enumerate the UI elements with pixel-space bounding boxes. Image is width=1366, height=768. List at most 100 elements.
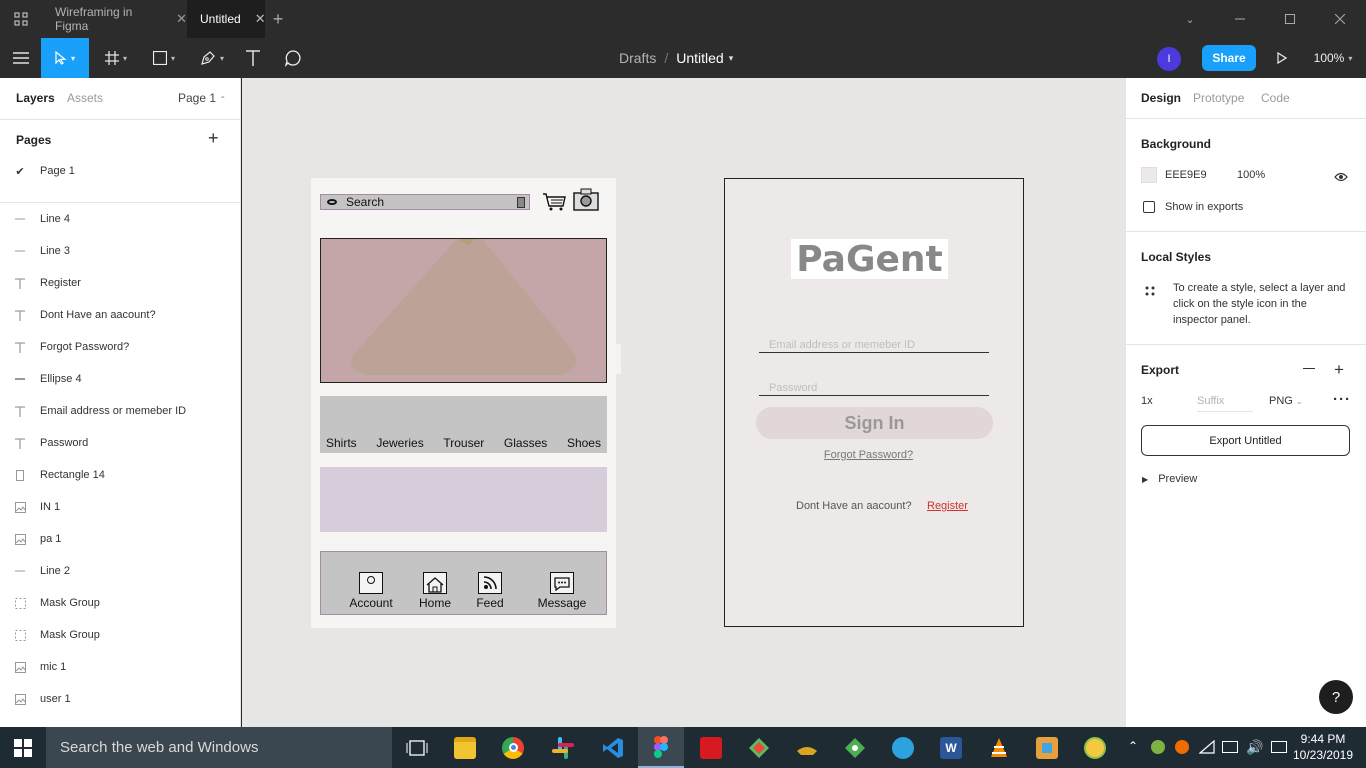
email-field[interactable]: Email address or memeber ID bbox=[759, 338, 989, 353]
close-window-button[interactable] bbox=[1315, 0, 1365, 38]
eye-icon[interactable] bbox=[1334, 169, 1348, 187]
chevron-down-icon[interactable]: ▾ bbox=[729, 53, 734, 64]
layer-item[interactable]: Line 4 bbox=[0, 203, 240, 235]
tab-wireframing[interactable]: Wireframing in Figma ✕ bbox=[41, 0, 187, 38]
word-icon[interactable]: W bbox=[928, 727, 974, 768]
category-shirts[interactable]: Shirts bbox=[326, 436, 357, 450]
taskbar-search[interactable]: Search the web and Windows bbox=[46, 727, 392, 768]
lamp-app-icon[interactable] bbox=[784, 727, 830, 768]
nav-account[interactable]: Account bbox=[347, 572, 395, 610]
battery-icon[interactable] bbox=[1222, 741, 1238, 753]
banner-image[interactable] bbox=[320, 238, 607, 383]
chrome-icon[interactable] bbox=[490, 727, 536, 768]
camera-icon[interactable] bbox=[573, 188, 599, 211]
tab-untitled[interactable]: Untitled ✕ bbox=[187, 0, 266, 38]
preview-toggle[interactable]: ▶ Preview bbox=[1142, 473, 1197, 485]
layer-item[interactable]: IN 1 bbox=[0, 491, 240, 523]
tray-app-green-icon[interactable] bbox=[1151, 740, 1165, 754]
tray-app-orange-icon[interactable] bbox=[1175, 740, 1189, 754]
export-button[interactable]: Export Untitled bbox=[1141, 425, 1350, 456]
present-play-icon[interactable] bbox=[1270, 38, 1294, 78]
media-player-icon[interactable] bbox=[1024, 727, 1070, 768]
task-view-icon[interactable] bbox=[394, 727, 440, 768]
export-scale[interactable]: 1x bbox=[1141, 395, 1153, 407]
export-format-select[interactable]: PNG ⌄ bbox=[1269, 395, 1303, 407]
windows-start-icon[interactable] bbox=[0, 727, 46, 768]
slack-icon[interactable] bbox=[540, 727, 586, 768]
breadcrumb-drafts[interactable]: Drafts bbox=[619, 50, 656, 66]
layer-item[interactable]: Line 3 bbox=[0, 235, 240, 267]
maximize-button[interactable] bbox=[1265, 0, 1315, 38]
nav-feed[interactable]: Feed bbox=[470, 572, 510, 610]
tab-layers[interactable]: Layers bbox=[16, 91, 55, 105]
pen-tool-button[interactable]: ▾ bbox=[192, 38, 232, 78]
search-bar[interactable]: Search bbox=[320, 194, 530, 210]
cart-icon[interactable] bbox=[542, 193, 566, 211]
new-tab-button[interactable]: + bbox=[268, 0, 288, 38]
vlc-icon[interactable] bbox=[976, 727, 1022, 768]
canvas[interactable]: Search Shirts Jeweries Trouser Glasses S… bbox=[242, 78, 1125, 727]
file-explorer-icon[interactable] bbox=[442, 727, 488, 768]
share-button[interactable]: Share bbox=[1202, 45, 1256, 71]
category-glasses[interactable]: Glasses bbox=[504, 436, 547, 450]
more-options-icon[interactable]: ··· bbox=[1333, 391, 1351, 408]
close-icon[interactable]: ✕ bbox=[176, 11, 187, 27]
background-hex[interactable]: EEE9E9 bbox=[1165, 169, 1207, 181]
layer-item[interactable]: pa 1 bbox=[0, 523, 240, 555]
vscode-icon[interactable] bbox=[590, 727, 636, 768]
layer-item[interactable]: Line 2 bbox=[0, 555, 240, 587]
layer-item[interactable]: Mask Group bbox=[0, 587, 240, 619]
text-tool-button[interactable] bbox=[240, 38, 266, 78]
add-export-button[interactable]: + bbox=[1334, 360, 1344, 380]
comment-tool-button[interactable] bbox=[280, 38, 306, 78]
layer-item[interactable]: Password bbox=[0, 427, 240, 459]
help-button[interactable]: ? bbox=[1319, 680, 1353, 714]
avatar[interactable]: I bbox=[1157, 47, 1181, 71]
password-field[interactable]: Password bbox=[759, 381, 989, 396]
layer-item[interactable]: user 1 bbox=[0, 683, 240, 715]
layer-item[interactable]: Dont Have an aacount? bbox=[0, 299, 240, 331]
close-icon[interactable]: ✕ bbox=[255, 11, 266, 27]
nav-message[interactable]: Message bbox=[535, 572, 589, 610]
tab-assets[interactable]: Assets bbox=[67, 91, 103, 105]
layer-item[interactable]: Ellipse 4 bbox=[0, 363, 240, 395]
forgot-password-link[interactable]: Forgot Password? bbox=[725, 449, 1012, 461]
clock[interactable]: 9:44 PM 10/23/2019 bbox=[1290, 731, 1356, 763]
remove-export-button[interactable] bbox=[1303, 368, 1315, 369]
file-name[interactable]: Untitled bbox=[676, 50, 723, 66]
add-page-button[interactable]: + bbox=[208, 128, 219, 149]
frame-tool-button[interactable]: ▾ bbox=[96, 38, 136, 78]
shop-frame[interactable]: Search Shirts Jeweries Trouser Glasses S… bbox=[311, 178, 616, 628]
login-frame[interactable]: PaGent Email address or memeber ID Passw… bbox=[724, 178, 1024, 627]
background-opacity[interactable]: 100% bbox=[1237, 169, 1265, 181]
acrobat-icon[interactable] bbox=[688, 727, 734, 768]
layer-item[interactable]: Mask Group bbox=[0, 619, 240, 651]
gitkraken-icon[interactable] bbox=[736, 727, 782, 768]
mic-icon[interactable] bbox=[517, 197, 525, 208]
layer-item[interactable]: mic 1 bbox=[0, 651, 240, 683]
sign-in-button[interactable]: Sign In bbox=[756, 407, 993, 439]
app-menu-grid-icon[interactable] bbox=[0, 0, 41, 38]
telegram-icon[interactable] bbox=[880, 727, 926, 768]
export-suffix-input[interactable]: Suffix bbox=[1197, 395, 1253, 412]
category-trouser[interactable]: Trouser bbox=[443, 436, 484, 450]
layer-item[interactable]: Rectangle 14 bbox=[0, 459, 240, 491]
main-menu-icon[interactable] bbox=[0, 38, 41, 78]
tab-design[interactable]: Design bbox=[1141, 91, 1181, 105]
move-tool-button[interactable]: ▾ bbox=[41, 38, 89, 78]
page-selector[interactable]: Page 1 ⌃ bbox=[178, 91, 226, 105]
tab-prototype[interactable]: Prototype bbox=[1193, 91, 1244, 105]
figma-taskbar-icon[interactable] bbox=[638, 727, 684, 768]
category-jeweries[interactable]: Jeweries bbox=[376, 436, 423, 450]
zoom-dropdown[interactable]: 100% ▾ bbox=[1306, 38, 1360, 78]
emoji-app-icon[interactable] bbox=[1072, 727, 1118, 768]
nav-home[interactable]: Home bbox=[415, 572, 455, 610]
color-swatch[interactable] bbox=[1141, 167, 1157, 183]
shape-tool-button[interactable]: ▾ bbox=[144, 38, 184, 78]
chevron-down-icon[interactable]: ⌄ bbox=[1165, 0, 1215, 38]
category-shoes[interactable]: Shoes bbox=[567, 436, 601, 450]
layer-item[interactable]: Register bbox=[0, 267, 240, 299]
wifi-icon[interactable] bbox=[1198, 739, 1215, 759]
register-link[interactable]: Register bbox=[927, 500, 968, 512]
tab-code[interactable]: Code bbox=[1261, 91, 1290, 105]
